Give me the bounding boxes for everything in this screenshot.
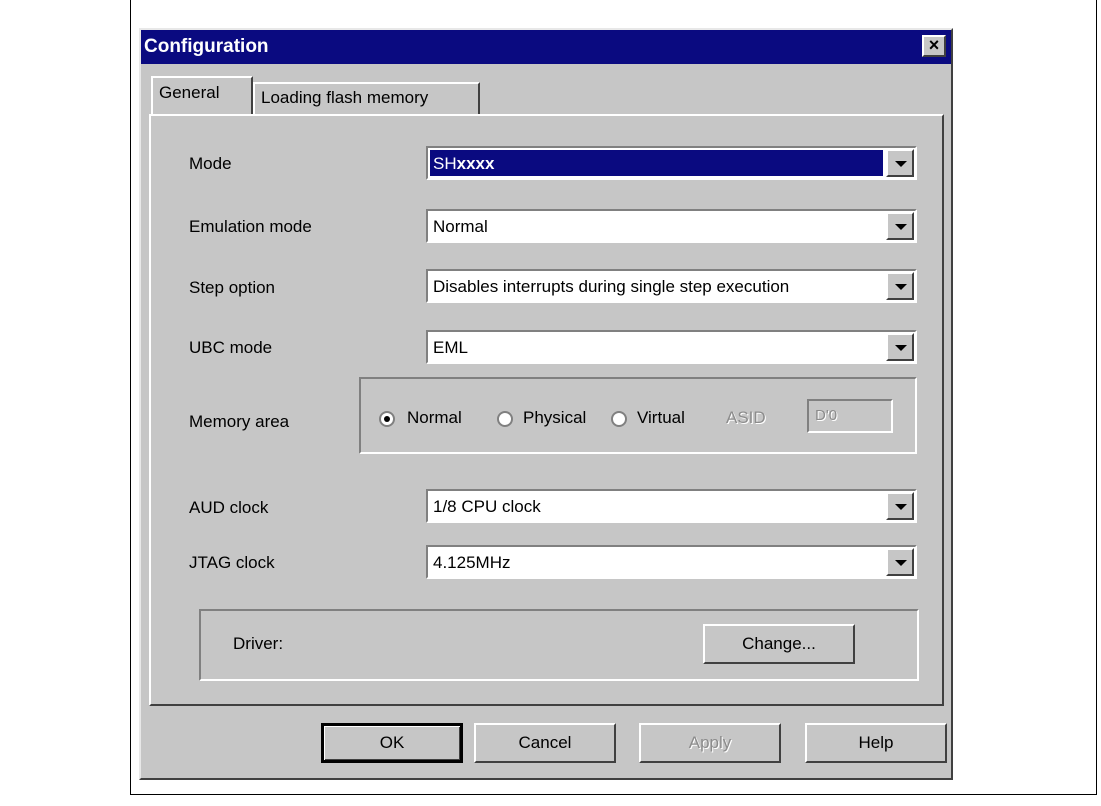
ubc-mode-value: EML — [433, 338, 468, 357]
radio-virtual[interactable] — [611, 411, 627, 427]
dialog-title: Configuration — [144, 36, 269, 57]
cancel-button[interactable]: Cancel — [474, 723, 616, 763]
driver-label: Driver: — [233, 634, 284, 653]
jtag-clock-value: 4.125MHz — [433, 553, 511, 572]
radio-normal[interactable] — [379, 411, 395, 427]
close-button[interactable]: × — [922, 35, 946, 57]
radio-physical[interactable] — [497, 411, 513, 427]
mode-label: Mode — [189, 154, 232, 173]
apply-button[interactable]: Apply — [639, 723, 781, 763]
jtag-clock-label: JTAG clock — [189, 553, 275, 572]
mode-value: SHxxxx — [430, 150, 883, 176]
jtag-clock-select[interactable]: 4.125MHz — [426, 545, 917, 579]
aud-clock-select[interactable]: 1/8 CPU clock — [426, 489, 917, 523]
mode-select[interactable]: SHxxxx — [426, 146, 917, 180]
tab-loading-flash-memory[interactable]: Loading flash memory — [253, 82, 480, 114]
radio-physical-label[interactable]: Physical — [523, 408, 586, 428]
tab-general-label: General — [159, 83, 220, 102]
step-option-label: Step option — [189, 278, 276, 297]
chevron-down-icon[interactable] — [886, 272, 914, 300]
asid-value: D'0 — [815, 407, 838, 424]
ubc-mode-select[interactable]: EML — [426, 330, 917, 364]
change-driver-button[interactable]: Change... — [703, 624, 855, 664]
emulation-mode-label: Emulation mode — [189, 217, 312, 236]
chevron-down-icon[interactable] — [886, 548, 914, 576]
radio-virtual-label[interactable]: Virtual — [637, 408, 685, 428]
chevron-down-icon[interactable] — [886, 212, 914, 240]
memory-area-label: Memory area — [189, 412, 290, 431]
general-tab-panel: Mode SHxxxx Emulation mode Normal Step o… — [149, 114, 944, 706]
tab-general[interactable]: General — [151, 76, 253, 114]
memory-area-group: Normal Physical Virtual ASID D'0 — [359, 377, 917, 454]
aud-clock-label: AUD clock — [189, 498, 269, 517]
asid-label: ASID — [726, 408, 766, 427]
aud-clock-value: 1/8 CPU clock — [433, 497, 541, 516]
help-button[interactable]: Help — [805, 723, 947, 763]
mode-value-suffix: xxxx — [456, 154, 495, 173]
configuration-dialog: Configuration × General Loading flash me… — [139, 28, 953, 780]
ubc-mode-label: UBC mode — [189, 338, 273, 357]
ok-button[interactable]: OK — [321, 723, 463, 763]
close-icon: × — [928, 35, 940, 55]
emulation-mode-select[interactable]: Normal — [426, 209, 917, 243]
chevron-down-icon[interactable] — [886, 149, 914, 177]
step-option-value: Disables interrupts during single step e… — [433, 277, 790, 296]
title-bar: Configuration × — [141, 30, 951, 64]
chevron-down-icon[interactable] — [886, 492, 914, 520]
driver-group: Driver: Change... — [199, 609, 919, 681]
tab-loading-flash-memory-label: Loading flash memory — [261, 88, 429, 107]
mode-value-prefix: SH — [433, 154, 457, 173]
radio-normal-label[interactable]: Normal — [407, 408, 462, 428]
emulation-mode-value: Normal — [433, 217, 488, 236]
chevron-down-icon[interactable] — [886, 333, 914, 361]
step-option-select[interactable]: Disables interrupts during single step e… — [426, 269, 917, 303]
asid-field: D'0 — [807, 399, 893, 433]
